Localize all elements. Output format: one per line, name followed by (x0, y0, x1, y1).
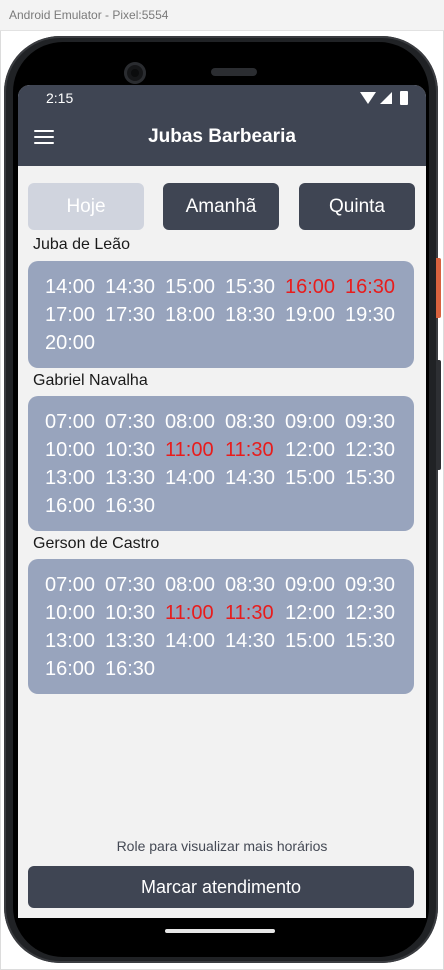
app-bar: Jubas Barbearia (18, 110, 426, 166)
time-slot-available[interactable]: 08:30 (225, 571, 285, 599)
time-slot-available[interactable]: 09:00 (285, 571, 345, 599)
time-slot-available[interactable]: 10:30 (105, 436, 165, 464)
time-slot-available[interactable]: 12:00 (285, 436, 345, 464)
time-slot-taken[interactable]: 11:30 (225, 599, 285, 627)
time-slot-available[interactable]: 13:30 (105, 627, 165, 655)
time-slot-available[interactable]: 14:30 (225, 464, 285, 492)
time-slot-available[interactable]: 17:30 (105, 301, 165, 329)
time-slots-card: 07:00 07:30 08:00 08:30 09:00 09:30 10:00 10:30… (28, 396, 414, 531)
barber-name: Gabriel Navalha (33, 372, 148, 389)
time-slot-available[interactable]: 08:30 (225, 408, 285, 436)
time-slot-available[interactable]: 12:30 (345, 599, 405, 627)
time-slot-available[interactable]: 15:30 (345, 627, 405, 655)
time-slot-available[interactable]: 14:30 (225, 627, 285, 655)
time-slots-card: 14:00 14:30 15:00 15:30 16:00 16:30 17:00 17:30… (28, 261, 414, 368)
emulator-window-title: Android Emulator - Pixel:5554 (0, 0, 444, 31)
time-slot-available[interactable]: 19:00 (285, 301, 345, 329)
time-slot-available[interactable]: 19:30 (345, 301, 405, 329)
time-slot-available[interactable]: 13:00 (45, 627, 105, 655)
time-slot-taken[interactable]: 11:00 (165, 599, 225, 627)
front-camera (124, 62, 146, 84)
time-slot-available[interactable]: 17:00 (45, 301, 105, 329)
time-slot-available[interactable]: 14:00 (165, 627, 225, 655)
barber-name: Juba de Leão (33, 236, 130, 253)
time-slot-taken[interactable]: 11:00 (165, 436, 225, 464)
time-slots-card: 07:00 07:30 08:00 08:30 09:00 09:30 10:00 10:30… (28, 559, 414, 694)
time-slot-available[interactable]: 07:30 (105, 571, 165, 599)
status-time: 2:15 (46, 90, 74, 106)
day-tab-quinta[interactable]: Quinta (299, 183, 415, 230)
earpiece-speaker (211, 68, 257, 76)
barber-name: Gerson de Castro (33, 535, 160, 552)
time-slot-available[interactable]: 09:30 (345, 571, 405, 599)
time-slot-available[interactable]: 15:00 (285, 464, 345, 492)
scroll-hint: Role para visualizar mais horários (116, 838, 328, 854)
time-slot-available[interactable]: 18:00 (165, 301, 225, 329)
time-slot-available[interactable]: 13:30 (105, 464, 165, 492)
time-slot-available[interactable]: 14:00 (45, 273, 105, 301)
navigation-bar (18, 918, 426, 948)
time-slot-available[interactable]: 07:00 (45, 571, 105, 599)
time-slot-available[interactable]: 10:00 (45, 436, 105, 464)
app-title: Jubas Barbearia (148, 126, 296, 147)
time-slot-available[interactable]: 07:30 (105, 408, 165, 436)
time-slots-grid: 14:00 14:30 15:00 15:30 16:00 16:30 17:00 17:30… (45, 273, 417, 357)
power-button[interactable] (436, 258, 441, 318)
time-slot-available[interactable]: 15:30 (345, 464, 405, 492)
time-slot-available[interactable]: 12:00 (285, 599, 345, 627)
time-slot-taken[interactable]: 16:00 (285, 273, 345, 301)
time-slot-available[interactable]: 08:00 (165, 408, 225, 436)
volume-button[interactable] (436, 360, 441, 470)
time-slot-available[interactable]: 20:00 (45, 329, 105, 357)
time-slot-available[interactable]: 18:30 (225, 301, 285, 329)
book-appointment-button[interactable]: Marcar atendimento (28, 866, 414, 908)
time-slot-available[interactable]: 15:30 (225, 273, 285, 301)
time-slot-available[interactable]: 13:00 (45, 464, 105, 492)
time-slot-available[interactable]: 09:30 (345, 408, 405, 436)
time-slot-available[interactable]: 08:00 (165, 571, 225, 599)
time-slot-available[interactable]: 16:00 (45, 492, 105, 520)
time-slot-available[interactable]: 16:30 (105, 655, 165, 683)
time-slot-available[interactable]: 07:00 (45, 408, 105, 436)
time-slot-available[interactable]: 10:00 (45, 599, 105, 627)
day-tab-amanha[interactable]: Amanhã (163, 183, 279, 230)
time-slot-taken[interactable]: 11:30 (225, 436, 285, 464)
time-slot-available[interactable]: 10:30 (105, 599, 165, 627)
time-slot-available[interactable]: 16:00 (45, 655, 105, 683)
home-indicator[interactable] (165, 929, 275, 933)
app-screen: 2:15 Jubas Barbearia Hoje Amanhã Quinta … (18, 85, 426, 918)
time-slot-available[interactable]: 14:00 (165, 464, 225, 492)
time-slot-available[interactable]: 09:00 (285, 408, 345, 436)
signal-icon (380, 91, 392, 104)
battery-icon (400, 90, 408, 105)
status-bar: 2:15 (18, 85, 426, 110)
time-slot-available[interactable]: 16:30 (105, 492, 165, 520)
time-slot-available[interactable]: 15:00 (285, 627, 345, 655)
day-tab-hoje[interactable]: Hoje (28, 183, 144, 230)
time-slot-available[interactable]: 12:30 (345, 436, 405, 464)
time-slots-grid: 07:00 07:30 08:00 08:30 09:00 09:30 10:00 10:30… (45, 408, 417, 520)
time-slot-taken[interactable]: 16:30 (345, 273, 405, 301)
wifi-icon (360, 91, 376, 104)
status-icons (360, 90, 408, 105)
time-slot-available[interactable]: 14:30 (105, 273, 165, 301)
time-slots-grid: 07:00 07:30 08:00 08:30 09:00 09:30 10:00 10:30… (45, 571, 417, 683)
time-slot-available[interactable]: 15:00 (165, 273, 225, 301)
